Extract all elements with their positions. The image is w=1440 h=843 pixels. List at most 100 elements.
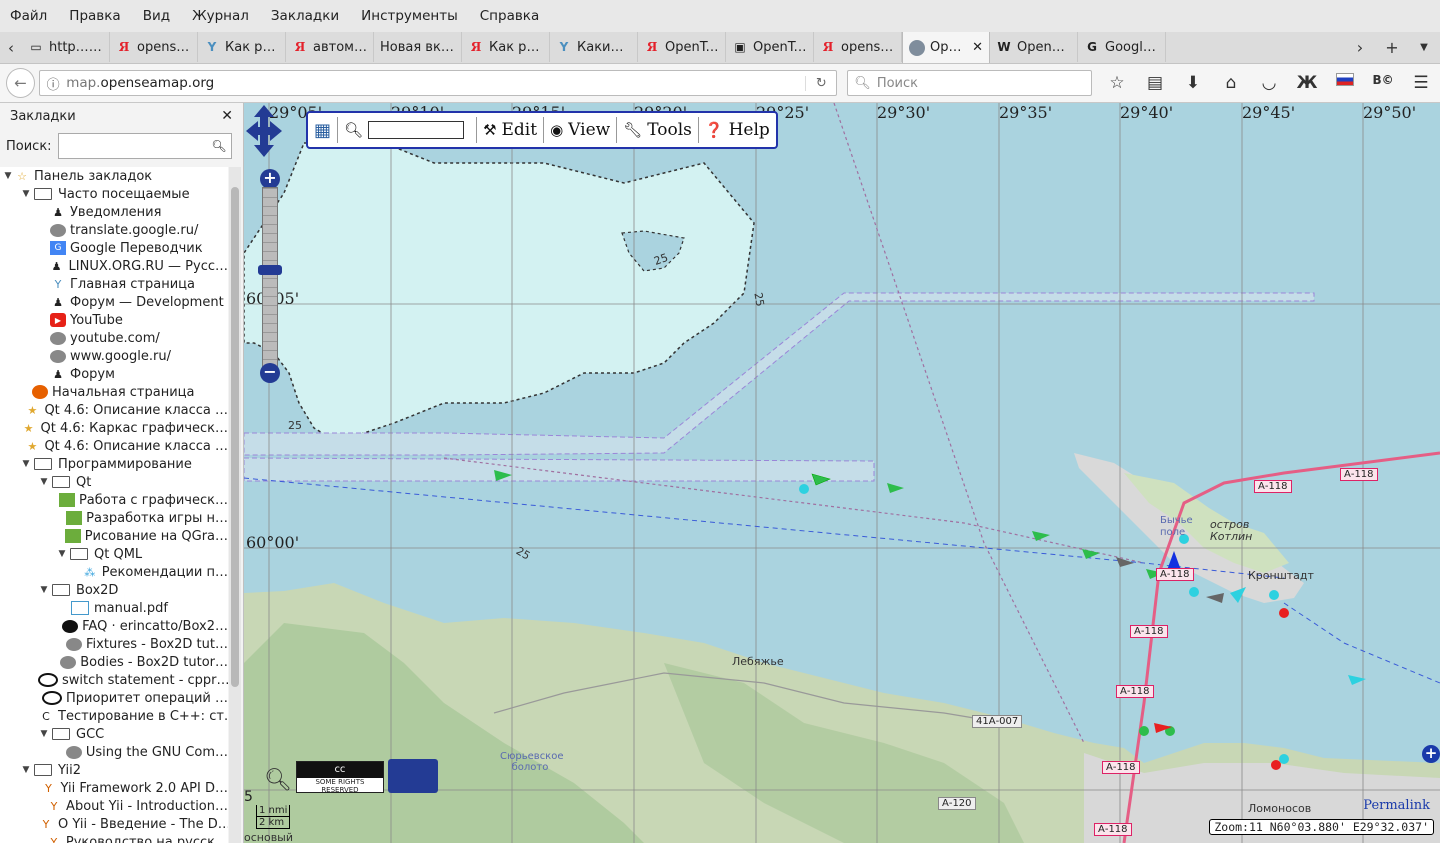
bookmark-folder[interactable]: ▼ Программирование (0, 455, 228, 473)
bookmark-item[interactable]: Y О Yii - Введение - The D… (0, 815, 228, 833)
downloads-icon[interactable]: ⬇ (1174, 73, 1212, 93)
bookmark-item[interactable]: ★ Qt 4.6: Описание класса … (0, 401, 228, 419)
menu-item[interactable]: Журнал (181, 0, 260, 32)
bookmark-item[interactable]: Начальная страница (0, 383, 228, 401)
bookmark-item[interactable]: Bodies - Box2D tutor… (0, 653, 228, 671)
bookmark-item[interactable]: ★ Qt 4.6: Описание класса … (0, 437, 228, 455)
bookmark-item[interactable]: Разработка игры н… (0, 509, 228, 527)
reader-icon[interactable]: Ж (1288, 73, 1326, 93)
home-icon[interactable]: ⌂ (1212, 73, 1250, 93)
bookmark-star-icon[interactable]: ☆ (1098, 73, 1136, 93)
bookmark-item[interactable]: ★ Qt 4.6: Каркас графическ… (0, 419, 228, 437)
expand-chevron-icon[interactable]: ▼ (20, 459, 32, 469)
permalink-link[interactable]: Permalink (1363, 798, 1430, 813)
menu-item[interactable]: Вид (132, 0, 181, 32)
browser-tab[interactable]: Яopense… (814, 32, 902, 62)
expand-chevron-icon[interactable]: ▼ (38, 477, 50, 487)
scroll-tabs-right-icon[interactable]: › (1344, 38, 1376, 57)
bookmark-item[interactable]: Using the GNU Com… (0, 743, 228, 761)
browser-tab[interactable]: W OpenSe… (990, 32, 1078, 62)
bookmark-item[interactable]: ⁂ Рекомендации п… (0, 563, 228, 581)
bookmark-item[interactable]: G Google Переводчик (0, 239, 228, 257)
bookmark-item[interactable]: ♟ Форум (0, 365, 228, 383)
zoom-in-button[interactable]: + (260, 169, 280, 189)
bookmark-folder[interactable]: ▼ Box2D (0, 581, 228, 599)
search-input[interactable]: 🔍︎ Поиск (847, 70, 1093, 96)
openseamap-logo[interactable] (387, 759, 438, 793)
sidebar-scrollbar[interactable] (229, 167, 241, 843)
bookmark-item[interactable]: C Тестирование в C++: ст… (0, 707, 228, 725)
expand-chevron-icon[interactable]: ▼ (2, 171, 14, 181)
help-menu[interactable]: ❓ Help (699, 120, 776, 140)
browser-tab[interactable]: Я Как раб… (462, 32, 550, 62)
browser-tab[interactable]: ▭ http…806 (22, 32, 110, 62)
zoom-track[interactable] (262, 187, 278, 367)
pan-arrows-icon[interactable] (244, 103, 284, 159)
bookmark-item[interactable]: FAQ · erincatto/Box2… (0, 617, 228, 635)
map-view[interactable]: 29°05' 29°10' 29°15' 29°20' 29°25' 29°30… (244, 103, 1440, 843)
menu-item[interactable]: Справка (469, 0, 550, 32)
bookmark-item[interactable]: Работа с графическ… (0, 491, 228, 509)
bookmark-folder[interactable]: ▼ ☆ Панель закладок (0, 167, 228, 185)
sidebar-search-input[interactable]: 🔍︎ (57, 133, 232, 159)
expand-chevron-icon[interactable]: ▼ (38, 729, 50, 739)
bookmark-item[interactable]: Y Главная страница (0, 275, 228, 293)
browser-tab[interactable]: Y Как раб… (198, 32, 286, 62)
menu-item[interactable]: Инструменты (350, 0, 469, 32)
browser-tab[interactable]: Ope… ✕ (902, 32, 990, 63)
extension-icon[interactable]: B© (1364, 73, 1402, 93)
bookmark-item[interactable]: youtube.com/ (0, 329, 228, 347)
map-search-input[interactable] (368, 121, 465, 139)
bookmark-item[interactable]: Приоритет операций … (0, 689, 228, 707)
url-text[interactable]: map.openseamap.org (66, 75, 214, 91)
close-tab-icon[interactable]: ✕ (972, 40, 983, 55)
bookmark-folder[interactable]: ▼ Qt (0, 473, 228, 491)
view-menu[interactable]: ◉ View (544, 120, 616, 140)
pocket-icon[interactable]: ◡ (1250, 73, 1288, 93)
expand-chevron-icon[interactable]: ▼ (56, 549, 68, 559)
bookmark-item[interactable]: Y Руководство на русск… (0, 833, 228, 843)
expand-chevron-icon[interactable]: ▼ (20, 189, 32, 199)
russian-flag-icon[interactable] (1326, 73, 1364, 93)
bookmark-item[interactable]: manual.pdf (0, 599, 228, 617)
menu-item[interactable]: Правка (58, 0, 131, 32)
browser-tab[interactable]: ▣ OpenTo… (726, 32, 814, 62)
new-tab-button[interactable]: + (1376, 38, 1408, 57)
site-info-icon[interactable]: ⓘ (40, 74, 66, 93)
reload-icon[interactable]: ↻ (805, 75, 836, 91)
browser-tab[interactable]: Y Какие о… (550, 32, 638, 62)
close-sidebar-icon[interactable]: ✕ (221, 108, 233, 124)
bookmark-item[interactable]: www.google.ru/ (0, 347, 228, 365)
browser-tab[interactable]: G Google … (1078, 32, 1166, 62)
zoom-slider-handle[interactable] (258, 265, 282, 275)
hamburger-menu-icon[interactable]: ☰ (1402, 73, 1440, 93)
magnifier-icon[interactable]: 🔍︎ (264, 768, 292, 793)
url-bar[interactable]: ⓘ map.openseamap.org ↻ (39, 70, 838, 96)
browser-tab[interactable]: Новая вкла… (374, 32, 462, 62)
bookmark-item[interactable]: ♟ Форум — Development (0, 293, 228, 311)
bookmark-item[interactable]: Y Yii Framework 2.0 API D… (0, 779, 228, 797)
cc-license-badge[interactable]: cc SOME RIGHTS RESERVED (295, 761, 384, 794)
back-button[interactable]: ← (6, 68, 36, 98)
expand-chevron-icon[interactable]: ▼ (38, 585, 50, 595)
browser-tab[interactable]: Я OpenTo… (638, 32, 726, 62)
bookmark-item[interactable]: switch statement - cppr… (0, 671, 228, 689)
edit-menu[interactable]: ⚒ Edit (477, 120, 543, 140)
zoom-bar[interactable]: + − (258, 169, 282, 383)
scrollbar-thumb[interactable] (231, 187, 239, 687)
bookmark-folder[interactable]: ▼ Qt QML (0, 545, 228, 563)
bookmark-folder[interactable]: ▼ Yii2 (0, 761, 228, 779)
browser-tab[interactable]: Яopenstr… (110, 32, 198, 62)
tools-menu[interactable]: 🔧︎ Tools (617, 120, 698, 140)
bookmark-item[interactable]: Рисование на QGra… (0, 527, 228, 545)
browser-tab[interactable]: Яавтома… (286, 32, 374, 62)
bookmark-folder[interactable]: ▼ GCC (0, 725, 228, 743)
bookmark-item[interactable]: ▶ YouTube (0, 311, 228, 329)
bookmarks-list-icon[interactable]: ▤ (1136, 73, 1174, 93)
tab-list-chevron-icon[interactable]: ▼ (1408, 42, 1440, 53)
zoom-out-button[interactable]: − (260, 363, 280, 383)
bookmark-item[interactable]: ♟ LINUX.ORG.RU — Русс… (0, 257, 228, 275)
layers-icon[interactable]: ▦ (308, 120, 337, 141)
bookmark-item[interactable]: ♟ Уведомления (0, 203, 228, 221)
scroll-tabs-left-icon[interactable]: ‹ (0, 39, 22, 57)
